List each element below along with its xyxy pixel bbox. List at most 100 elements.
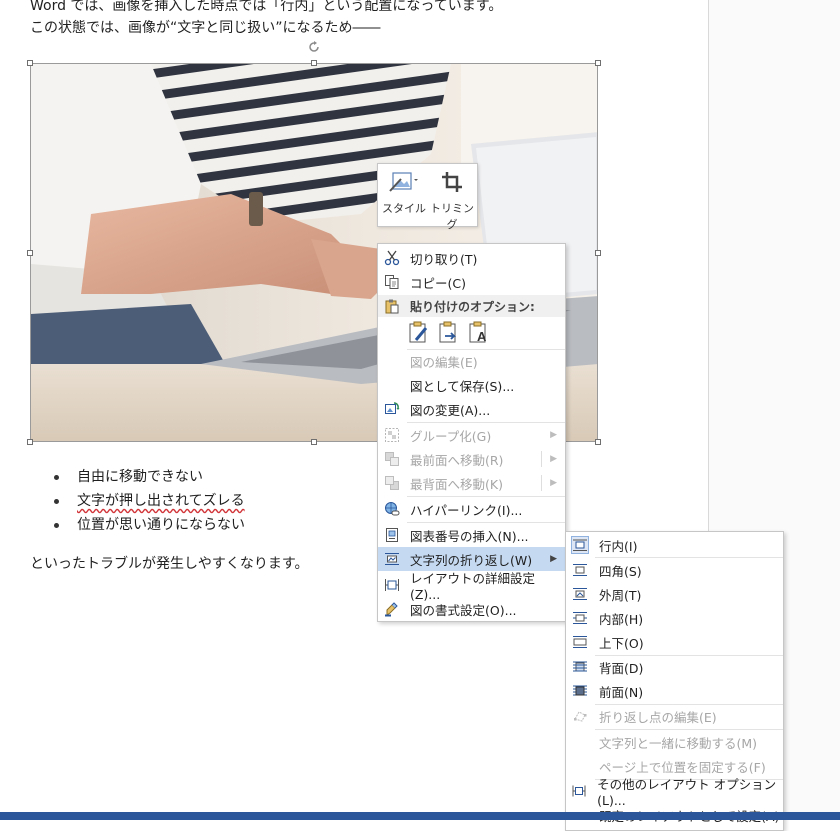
- menu-item-hyperlink[interactable]: ハイパーリンク(I)...: [378, 497, 565, 521]
- submenu-item-inline[interactable]: 行内(I): [566, 533, 783, 557]
- submenu-item-top-bottom[interactable]: 上下(O): [566, 630, 783, 654]
- submenu-item-through[interactable]: 内部(H): [566, 606, 783, 630]
- paste-option-buttons: A: [408, 320, 490, 348]
- hyperlink-icon: [383, 500, 401, 518]
- menu-item-label: 最背面へ移動(K): [410, 476, 503, 492]
- submenu-item-label: 背面(D): [599, 660, 644, 676]
- submenu-item-label: 文字列と一緒に移動する(M): [599, 735, 758, 751]
- menu-item-label: 図の書式設定(O)...: [410, 602, 517, 618]
- context-menu: 切り取り(T) コピー(C) 貼り付けのオプション: A 図の編集(E) 図とし…: [377, 243, 566, 622]
- submenu-item-more-layout-options[interactable]: その他のレイアウト オプション(L)...: [566, 777, 783, 808]
- submenu-item-label: 前面(N): [599, 684, 644, 700]
- wrap-text-submenu: 行内(I) 四角(S) 外周(T) 内部(H) 上下(O) 背面(D) 前面(N…: [565, 531, 784, 831]
- menu-item-group[interactable]: グループ化(G) ▶: [378, 423, 565, 447]
- menu-item-layout-settings[interactable]: レイアウトの詳細設定(Z)...: [378, 571, 565, 602]
- wrap-square-icon: [571, 561, 589, 579]
- resize-handle-top-left[interactable]: [27, 60, 33, 66]
- paste-options-header: 貼り付けのオプション:: [378, 295, 565, 317]
- menu-item-cut[interactable]: 切り取り(T): [378, 246, 565, 270]
- resize-handle-top-right[interactable]: [595, 60, 601, 66]
- paste-merge-format-icon[interactable]: [438, 320, 460, 344]
- menu-item-label: ハイパーリンク(I)...: [410, 502, 523, 518]
- menu-item-change-picture[interactable]: 図の変更(A)...: [378, 397, 565, 421]
- submenu-item-move-with-text[interactable]: 文字列と一緒に移動する(M): [566, 730, 783, 754]
- submenu-arrow-icon: ▶: [550, 454, 557, 464]
- menu-item-edit-picture[interactable]: 図の編集(E): [378, 349, 565, 373]
- wrap-tight-icon: [571, 585, 589, 603]
- submenu-item-label: 外周(T): [599, 587, 642, 603]
- layout-settings-icon: [383, 576, 401, 594]
- submenu-arrow-icon: ▶: [550, 478, 557, 488]
- submenu-item-label: ページ上で位置を固定する(F): [599, 759, 766, 775]
- style-button[interactable]: スタイル: [380, 170, 428, 222]
- menu-item-save-as-picture[interactable]: 図として保存(S)...: [378, 373, 565, 397]
- menu-item-send-to-back[interactable]: 最背面へ移動(K) ▶: [378, 471, 565, 495]
- mini-toolbar: スタイル トリミング: [377, 163, 478, 231]
- submenu-item-label: 内部(H): [599, 611, 644, 627]
- bullet-icon: [54, 474, 59, 480]
- paste-keep-source-icon[interactable]: [408, 320, 430, 344]
- trim-button-label: トリミング: [430, 202, 474, 231]
- trim-button[interactable]: トリミング: [428, 170, 476, 231]
- wrap-inline-icon: [571, 536, 589, 554]
- submenu-item-square[interactable]: 四角(S): [566, 558, 783, 582]
- status-bar: [0, 812, 840, 820]
- menu-item-label: 最前面へ移動(R): [410, 452, 504, 468]
- menu-item-label: 図表番号の挿入(N)...: [410, 528, 529, 544]
- resize-handle-bottom-left[interactable]: [27, 439, 33, 445]
- submenu-arrow-icon: ▶: [550, 554, 557, 564]
- submenu-item-behind[interactable]: 背面(D): [566, 655, 783, 679]
- wrap-top-bottom-icon: [571, 633, 589, 651]
- menu-item-format-picture[interactable]: 図の書式設定(O)...: [378, 597, 565, 621]
- scissors-icon: [383, 249, 401, 267]
- rotate-handle-icon[interactable]: [307, 40, 321, 54]
- submenu-arrow-icon: ▶: [550, 430, 557, 440]
- menu-item-insert-caption[interactable]: 図表番号の挿入(N)...: [378, 523, 565, 547]
- menu-item-label: 図の変更(A)...: [410, 402, 491, 418]
- doc-line-1: Word では、画像を挿入した時点では「行内」という配置になっています。: [30, 0, 503, 14]
- submenu-item-label: 四角(S): [599, 563, 642, 579]
- list-item: 自由に移動できない: [54, 465, 245, 489]
- submenu-item-label: 行内(I): [599, 538, 638, 554]
- menu-item-label: コピー(C): [410, 275, 466, 291]
- change-picture-icon: [383, 400, 401, 418]
- copy-icon: [383, 273, 401, 291]
- edit-wrap-points-icon: [571, 707, 589, 725]
- menu-item-label: 図として保存(S)...: [410, 378, 515, 394]
- bullet-icon: [54, 522, 59, 528]
- menu-item-label: グループ化(G): [410, 428, 492, 444]
- caption-icon: [383, 526, 401, 544]
- paste-options-label: 貼り付けのオプション:: [410, 299, 535, 314]
- bullet-text: 位置が思い通りにならない: [77, 517, 245, 533]
- wrap-behind-icon: [571, 658, 589, 676]
- submenu-item-in-front[interactable]: 前面(N): [566, 679, 783, 703]
- wrap-through-icon: [571, 609, 589, 627]
- resize-handle-top[interactable]: [311, 60, 317, 66]
- paste-text-only-icon[interactable]: A: [468, 320, 490, 344]
- resize-handle-left[interactable]: [27, 250, 33, 256]
- menu-item-label: 図の編集(E): [410, 354, 478, 370]
- bullet-list: 自由に移動できない 文字が押し出されてズレる 位置が思い通りにならない: [54, 465, 245, 537]
- resize-handle-bottom-right[interactable]: [595, 439, 601, 445]
- list-item: 位置が思い通りにならない: [54, 513, 245, 537]
- menu-item-bring-to-front[interactable]: 最前面へ移動(R) ▶: [378, 447, 565, 471]
- wrap-in-front-icon: [571, 682, 589, 700]
- menu-item-copy[interactable]: コピー(C): [378, 270, 565, 294]
- crop-icon: [442, 172, 462, 192]
- bullet-icon: [54, 498, 59, 504]
- doc-closing-line: といったトラブルが発生しやすくなります。: [30, 556, 309, 572]
- paste-icon: [383, 297, 401, 315]
- submenu-item-edit-wrap-points[interactable]: 折り返し点の編集(E): [566, 704, 783, 728]
- resize-handle-bottom[interactable]: [311, 439, 317, 445]
- bring-to-front-icon: [383, 450, 401, 468]
- submenu-item-tight[interactable]: 外周(T): [566, 582, 783, 606]
- list-item: 文字が押し出されてズレる: [54, 489, 245, 513]
- picture-style-icon: [389, 172, 418, 192]
- format-picture-icon: [383, 600, 401, 618]
- resize-handle-right[interactable]: [595, 250, 601, 256]
- bullet-text: 自由に移動できない: [77, 469, 203, 485]
- submenu-item-label: 折り返し点の編集(E): [599, 709, 717, 725]
- style-button-label: スタイル: [382, 202, 426, 215]
- submenu-item-label: 上下(O): [599, 635, 644, 651]
- wrap-text-icon: [383, 550, 401, 568]
